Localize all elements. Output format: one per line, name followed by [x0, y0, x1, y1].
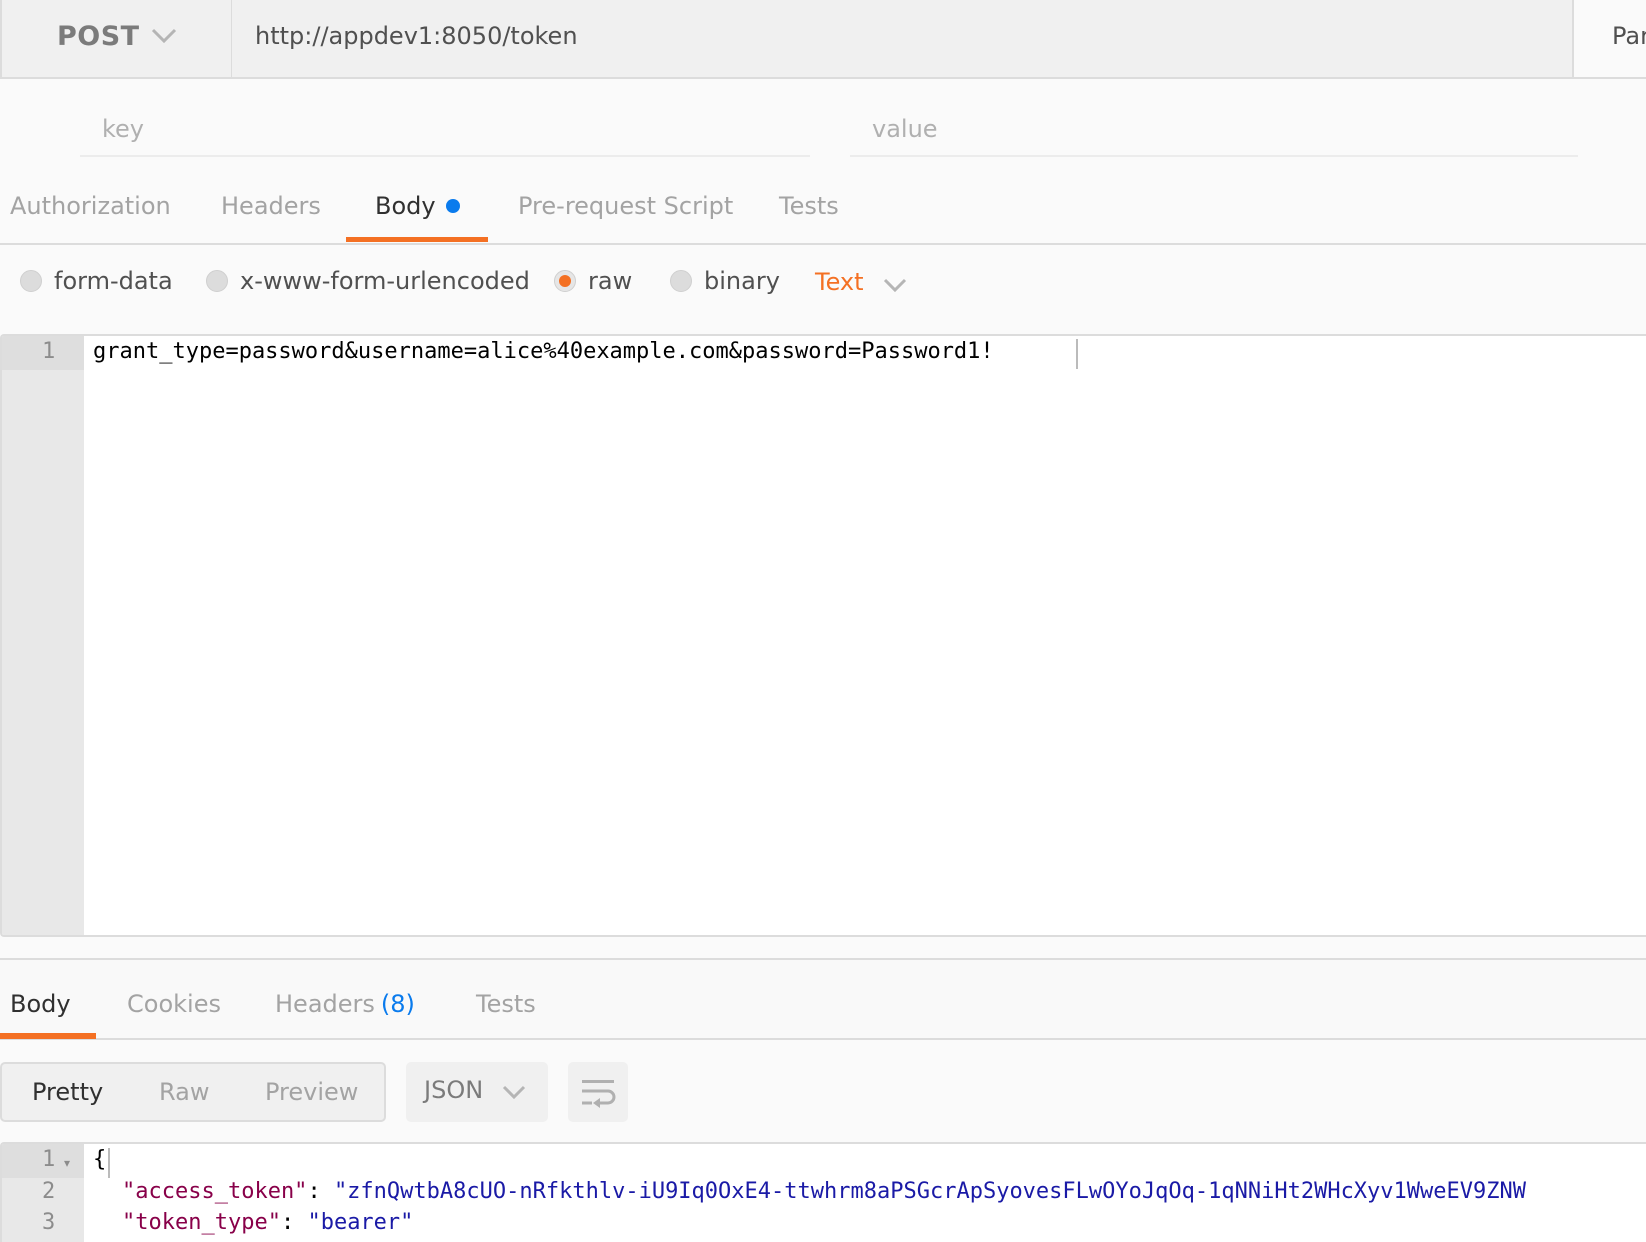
- url-bar: [0, 0, 1646, 79]
- radio-button[interactable]: [670, 270, 692, 292]
- response-tab-tests[interactable]: Tests: [476, 990, 536, 1018]
- chevron-down-icon[interactable]: [883, 277, 907, 293]
- response-body-viewer[interactable]: 1 ▾ 2 3 { "access_token": "zfnQwtbA8cUO-…: [0, 1142, 1646, 1242]
- line-number: 3: [42, 1210, 56, 1235]
- param-value-input[interactable]: value: [850, 115, 1578, 157]
- line-number: 1: [42, 1147, 56, 1172]
- radio-form-data[interactable]: form-data: [20, 265, 173, 297]
- json-key: "token_type": [122, 1210, 281, 1235]
- view-mode-toggle: Pretty Raw Preview: [0, 1062, 386, 1122]
- response-tab-body[interactable]: Body: [10, 990, 71, 1018]
- response-language-label: JSON: [424, 1076, 484, 1104]
- response-tab-headers[interactable]: Headers (8): [275, 990, 415, 1018]
- radio-binary[interactable]: binary: [670, 265, 780, 297]
- request-tabs: Authorization Headers Body Pre-request S…: [0, 180, 1646, 245]
- json-string-value: "bearer": [307, 1210, 414, 1235]
- tab-headers[interactable]: Headers: [221, 192, 321, 220]
- json-key: "access_token": [122, 1179, 308, 1204]
- json-string-value: "zfnQwtbA8cUO-nRfkthlv-iU9Iq0OxE4-ttwhrm…: [333, 1179, 1526, 1204]
- response-tab-cookies[interactable]: Cookies: [127, 990, 221, 1018]
- key-placeholder: key: [102, 115, 145, 143]
- text-cursor: [1076, 339, 1078, 369]
- params-button-label: Params: [1612, 22, 1646, 50]
- line-number: 1: [42, 339, 56, 364]
- view-pretty-button[interactable]: Pretty: [32, 1078, 103, 1106]
- body-modified-dot-icon: [445, 199, 460, 213]
- radio-label: raw: [588, 267, 633, 295]
- active-tab-indicator: [0, 1033, 96, 1039]
- line-number: 2: [42, 1179, 56, 1204]
- method-label: POST: [57, 21, 140, 52]
- response-tabs: Body Cookies Headers (8) Tests: [0, 958, 1646, 1040]
- tab-tests[interactable]: Tests: [779, 192, 839, 220]
- code-line[interactable]: grant_type=password&username=alice%40exa…: [93, 339, 994, 364]
- tab-authorization[interactable]: Authorization: [10, 192, 171, 220]
- radio-label: x-www-form-urlencoded: [240, 267, 530, 295]
- code-line: {: [93, 1147, 107, 1172]
- code-line: "access_token": "zfnQwtbA8cUO-nRfkthlv-i…: [122, 1179, 1526, 1204]
- radio-label: form-data: [54, 267, 173, 295]
- chevron-down-icon[interactable]: [150, 26, 178, 46]
- tab-pre-request-script[interactable]: Pre-request Script: [518, 192, 733, 220]
- param-key-input[interactable]: key: [80, 115, 810, 157]
- active-tab-indicator: [346, 237, 488, 242]
- line-number-gutter: 1: [2, 336, 84, 935]
- url-input[interactable]: http://appdev1:8050/token: [255, 22, 578, 50]
- radio-button[interactable]: [20, 270, 42, 292]
- headers-count-badge: (8): [380, 990, 415, 1018]
- text-cursor: [108, 1148, 110, 1178]
- tab-body[interactable]: Body: [375, 192, 460, 220]
- json-separator: :: [280, 1210, 308, 1235]
- code-line: "token_type": "bearer": [122, 1210, 413, 1235]
- view-raw-button[interactable]: Raw: [159, 1078, 209, 1106]
- json-separator: :: [307, 1179, 334, 1204]
- response-tab-headers-label: Headers: [275, 990, 375, 1018]
- tab-body-label: Body: [375, 192, 436, 220]
- raw-format-dropdown[interactable]: Text: [815, 268, 864, 296]
- radio-button-checked[interactable]: [554, 270, 576, 292]
- radio-label: binary: [704, 267, 780, 295]
- chevron-down-icon[interactable]: [502, 1084, 526, 1100]
- wrap-lines-icon: [582, 1080, 616, 1108]
- radio-x-www-form-urlencoded[interactable]: x-www-form-urlencoded: [206, 265, 530, 297]
- radio-button[interactable]: [206, 270, 228, 292]
- fold-toggle-icon[interactable]: ▾: [64, 1156, 70, 1170]
- value-placeholder: value: [872, 115, 938, 143]
- request-body-editor[interactable]: 1 grant_type=password&username=alice%40e…: [0, 334, 1646, 937]
- radio-raw[interactable]: raw: [554, 265, 632, 297]
- line-number-gutter: 1 ▾ 2 3: [2, 1144, 84, 1242]
- view-preview-button[interactable]: Preview: [265, 1078, 358, 1106]
